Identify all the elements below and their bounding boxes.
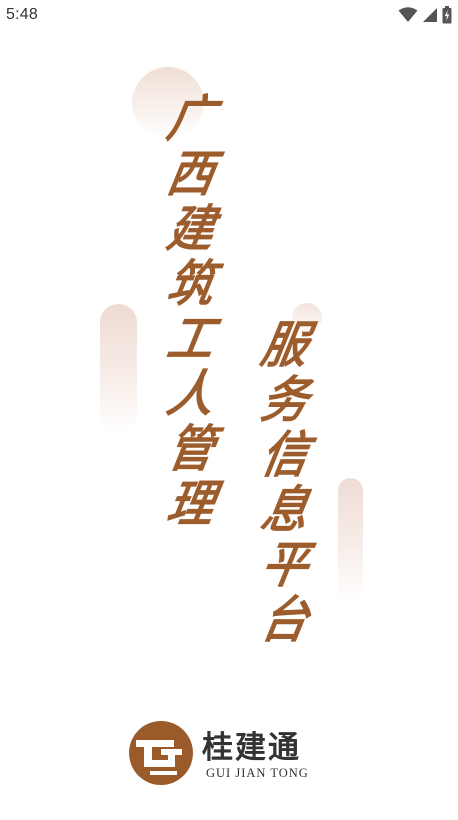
slogan-char: 息	[256, 481, 314, 539]
status-time: 5:48	[6, 6, 38, 23]
status-icons	[398, 6, 452, 24]
logo-name-english: GUI JIAN TONG	[206, 766, 309, 780]
slogan-char: 务	[256, 371, 314, 429]
battery-charging-icon	[442, 6, 452, 24]
logo-mark-icon	[128, 720, 194, 786]
slogan-char: 信	[256, 426, 314, 484]
slogan-char: 人	[162, 365, 220, 423]
slogan-column-2: 服 务 信 息 平 台	[254, 316, 316, 649]
wifi-icon	[398, 7, 418, 23]
cellular-signal-icon	[422, 7, 438, 23]
status-bar: 5:48	[0, 0, 458, 34]
slogan-char: 理	[162, 475, 220, 533]
decorative-pill-right	[338, 478, 363, 602]
slogan-char: 建	[162, 200, 220, 258]
slogan-char: 广	[162, 90, 220, 148]
slogan-char: 西	[162, 145, 220, 203]
slogan-char: 服	[256, 316, 314, 374]
app-logo: 桂建通 GUI JIAN TONG	[128, 720, 338, 786]
slogan-column-1: 广 西 建 筑 工 人 管 理	[160, 90, 222, 533]
decorative-pill-left	[100, 304, 137, 432]
slogan-char: 工	[162, 310, 220, 368]
logo-name-chinese: 桂建通	[202, 730, 301, 766]
slogan-char: 平	[256, 536, 314, 594]
slogan-char: 管	[162, 420, 220, 478]
slogan-char: 台	[256, 591, 314, 649]
slogan-char: 筑	[162, 255, 220, 313]
